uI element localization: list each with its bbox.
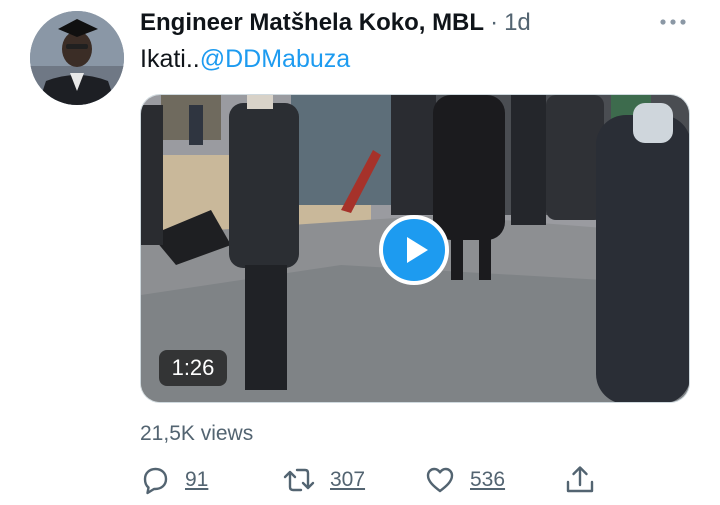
- like-count[interactable]: 536: [470, 468, 505, 492]
- video-duration-badge: 1:26: [159, 350, 227, 386]
- retweet-count[interactable]: 307: [330, 468, 365, 492]
- play-button[interactable]: [379, 215, 449, 285]
- reply-count[interactable]: 91: [185, 468, 208, 492]
- tweet-text: Ikati..@DDMabuza: [140, 45, 350, 74]
- mention-link[interactable]: @DDMabuza: [200, 45, 350, 73]
- reply-button[interactable]: 91: [139, 464, 208, 496]
- play-icon: [407, 237, 428, 263]
- share-icon: [566, 466, 594, 493]
- heart-icon: [426, 467, 454, 493]
- retweet-icon: [283, 468, 315, 492]
- more-horizontal-icon[interactable]: [657, 12, 689, 32]
- tweet-header: Engineer Matšhela Koko, MBL · 1d: [140, 9, 531, 39]
- tweet-timestamp[interactable]: 1d: [504, 9, 531, 37]
- tweet-text-body: Ikati..: [140, 45, 200, 73]
- retweet-button[interactable]: 307: [282, 464, 365, 496]
- author-avatar[interactable]: [30, 11, 124, 105]
- author-name[interactable]: Engineer Matšhela Koko, MBL: [140, 9, 484, 37]
- like-button[interactable]: 536: [424, 464, 505, 496]
- header-separator: ·: [490, 9, 499, 36]
- view-count: 21,5K views: [140, 422, 254, 445]
- reply-icon: [143, 467, 168, 495]
- share-button[interactable]: [564, 464, 596, 496]
